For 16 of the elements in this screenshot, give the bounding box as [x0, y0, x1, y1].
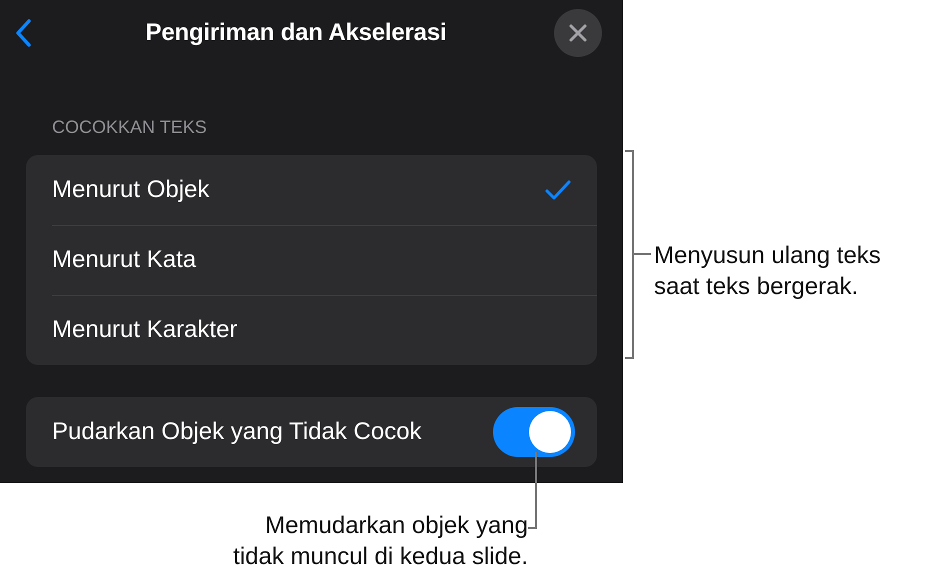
panel-title: Pengiriman dan Akselerasi [146, 19, 446, 47]
callout-text: Menyusun ulang teks saat teks bergerak. [654, 241, 881, 302]
close-icon [568, 23, 588, 43]
option-label: Menurut Karakter [52, 316, 238, 344]
chevron-left-icon [14, 18, 34, 48]
toggle-switch[interactable] [493, 407, 575, 457]
option-label: Menurut Kata [52, 246, 196, 274]
checkmark-icon [545, 179, 571, 201]
close-button[interactable] [554, 9, 602, 57]
callout-text: Memudarkan objek yang tidak muncul di kedua slide. [233, 511, 528, 572]
option-row[interactable]: Menurut Kata [26, 225, 597, 295]
option-label: Menurut Objek [52, 176, 210, 204]
section-heading: COCOKKAN TEKS [52, 117, 208, 139]
toggle-label: Pudarkan Objek yang Tidak Cocok [52, 418, 422, 446]
option-row[interactable]: Menurut Karakter [26, 295, 597, 365]
option-row[interactable]: Menurut Objek [26, 155, 597, 225]
